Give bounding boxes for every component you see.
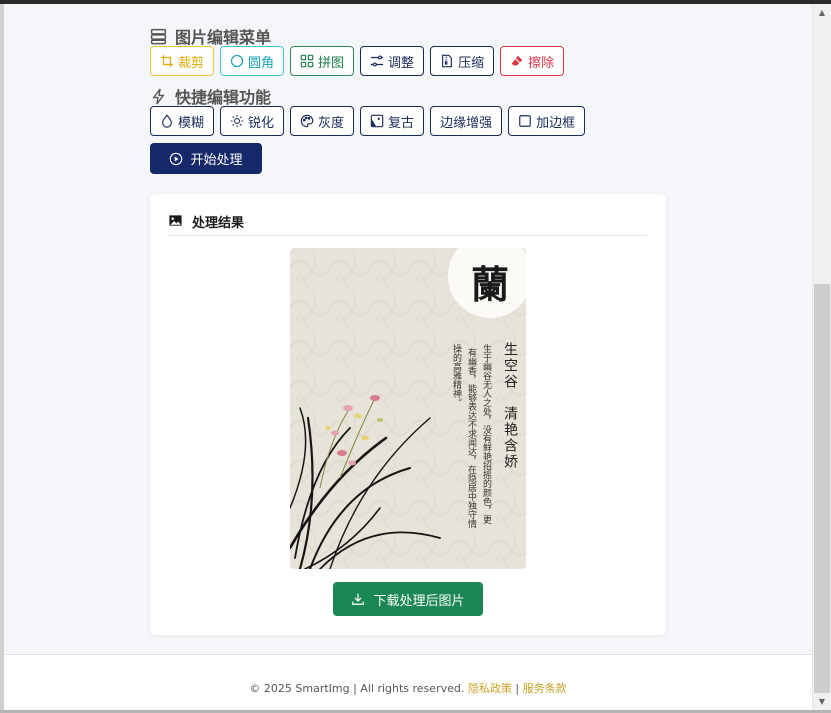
droplet-icon <box>162 114 172 128</box>
crop-label: 裁剪 <box>178 55 205 71</box>
start-processing-label: 开始处理 <box>190 153 243 168</box>
poem-body-1: 生于幽谷无人之处，没有鲜艳招摇的颜色，更 <box>481 344 491 524</box>
quick-button-row: 模糊 锐化 灰度 复古 边缘增强 加边框 <box>150 106 586 136</box>
grid-icon <box>300 54 314 68</box>
circle-icon <box>230 54 244 68</box>
add-border-label: 加边框 <box>536 115 576 131</box>
download-button[interactable]: 下载处理后图片 <box>333 582 483 616</box>
edge-enhance-button[interactable]: 边缘增强 <box>430 106 503 136</box>
start-processing-button[interactable]: 开始处理 <box>150 143 262 174</box>
image-icon <box>169 215 182 226</box>
sun-icon <box>230 114 244 128</box>
download-label: 下载处理后图片 <box>373 593 465 609</box>
adjust-button[interactable]: 调整 <box>360 46 425 76</box>
processed-image[interactable]: 蘭 生空谷 清艳含娇 生于幽谷无人之处，没有鲜艳招摇的颜色，更 有幽香，能够表达… <box>290 248 526 569</box>
app-window: 图片编辑菜单 裁剪 圆角 拼图 调整 压缩 擦除 快捷编辑功能 模糊 锐化 灰度… <box>4 4 812 710</box>
poem-heading-2: 清艳含娇 <box>502 406 518 470</box>
result-title: 处理结果 <box>192 216 245 231</box>
scroll-down-arrow-icon[interactable]: ▼ <box>813 693 831 710</box>
footer-separator: | <box>515 682 520 695</box>
result-card-header: 处理结果 <box>168 212 647 236</box>
erase-label: 擦除 <box>528 55 555 71</box>
compress-label: 压缩 <box>458 55 485 71</box>
poem-body-2: 有幽香，能够表达不求闻达，在隐居中独守情 <box>466 348 476 528</box>
poem-heading-1: 生空谷 <box>502 342 518 390</box>
quick-title-text: 快捷编辑功能 <box>175 88 272 107</box>
lightning-icon <box>152 88 165 104</box>
round-corner-button[interactable]: 圆角 <box>220 46 285 76</box>
result-card: 处理结果 蘭 生空谷 清艳含娇 生于幽谷无人之处，没有鲜艳招摇的颜色，更 有幽香… <box>150 194 666 635</box>
eraser-icon <box>511 55 523 66</box>
square-icon <box>519 115 531 127</box>
seal-character: 蘭 <box>471 262 510 307</box>
adjust-label: 调整 <box>388 55 415 71</box>
image-vintage-icon <box>370 114 384 128</box>
footer-text: © 2025 SmartImg | All rights reserved. 隐… <box>4 680 812 696</box>
copyright-text: © 2025 SmartImg | All rights reserved. <box>249 682 465 695</box>
sharpen-label: 锐化 <box>248 115 275 131</box>
palette-icon <box>300 114 314 128</box>
sliders-icon <box>370 55 384 67</box>
scroll-up-arrow-icon[interactable]: ▲ <box>813 4 831 21</box>
vintage-button[interactable]: 复古 <box>360 106 425 136</box>
erase-button[interactable]: 擦除 <box>500 46 565 76</box>
menu-button-row: 裁剪 圆角 拼图 调整 压缩 擦除 <box>150 46 565 76</box>
edge-enhance-label: 边缘增强 <box>440 115 493 131</box>
download-icon <box>352 593 365 605</box>
server-stack-icon <box>150 28 167 44</box>
add-border-button[interactable]: 加边框 <box>508 106 586 136</box>
blur-button[interactable]: 模糊 <box>150 106 215 136</box>
vintage-label: 复古 <box>388 115 415 131</box>
compress-button[interactable]: 压缩 <box>430 46 495 76</box>
file-zip-icon <box>442 54 453 68</box>
menu-title-text: 图片编辑菜单 <box>175 28 272 47</box>
grayscale-button[interactable]: 灰度 <box>290 106 355 136</box>
play-circle-icon <box>170 152 183 165</box>
crop-icon <box>160 54 174 68</box>
round-corner-label: 圆角 <box>248 55 275 71</box>
footer: © 2025 SmartImg | All rights reserved. 隐… <box>4 654 812 710</box>
scrollbar-thumb[interactable] <box>814 284 830 693</box>
menu-section-title: 图片编辑菜单 <box>150 24 271 48</box>
grayscale-label: 灰度 <box>318 115 345 131</box>
sharpen-button[interactable]: 锐化 <box>220 106 285 136</box>
privacy-link[interactable]: 隐私政策 <box>468 682 512 695</box>
collage-button[interactable]: 拼图 <box>290 46 355 76</box>
quick-section-title: 快捷编辑功能 <box>150 84 271 108</box>
vertical-scrollbar[interactable]: ▲ ▼ <box>812 4 831 710</box>
blur-label: 模糊 <box>178 115 205 131</box>
poem-body-3: 操的高雅精神。 <box>451 344 461 407</box>
collage-label: 拼图 <box>318 55 345 71</box>
terms-link[interactable]: 服务条款 <box>523 682 567 695</box>
crop-button[interactable]: 裁剪 <box>150 46 215 76</box>
